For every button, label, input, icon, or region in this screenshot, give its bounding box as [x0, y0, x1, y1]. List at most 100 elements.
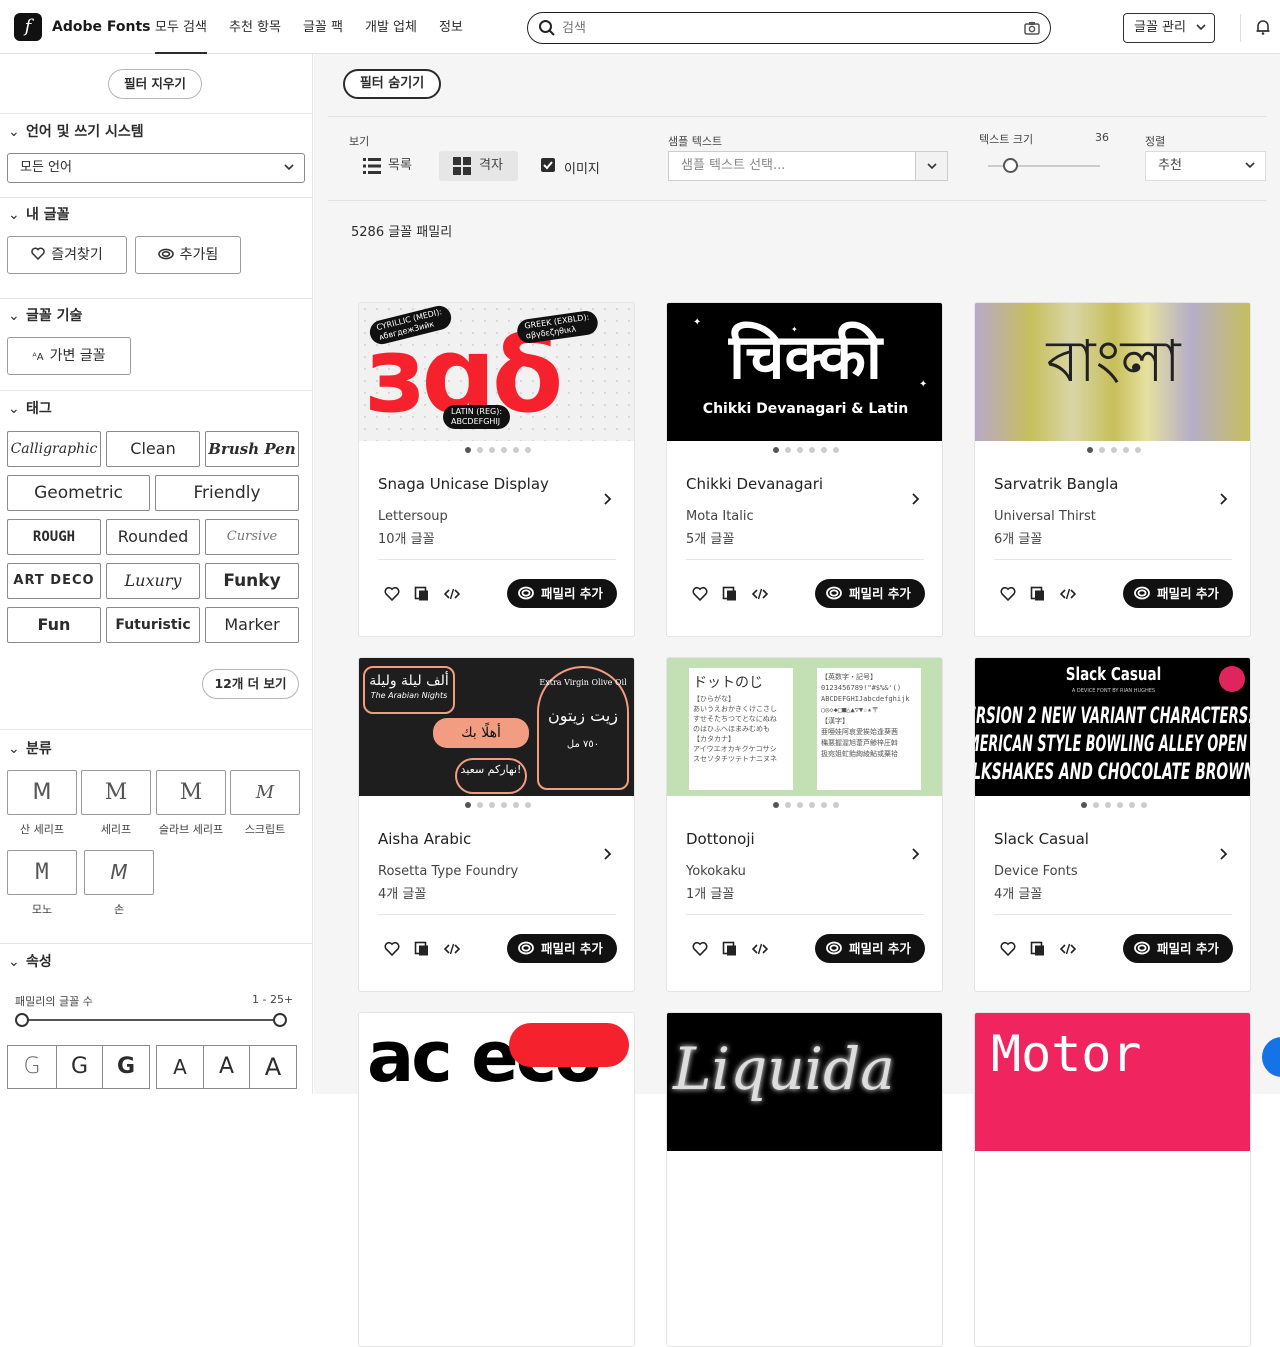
tag-cursive[interactable]: Cursive — [205, 519, 299, 555]
add-family-button[interactable]: 패밀리 추가 — [507, 579, 617, 608]
properties-section-header[interactable]: ⌄ 속성 — [8, 951, 52, 971]
font-card-card-9[interactable]: Motor — [974, 1012, 1251, 1347]
images-checkbox[interactable] — [541, 158, 555, 172]
carousel-dot[interactable] — [500, 802, 507, 808]
carousel-dot[interactable] — [796, 802, 803, 808]
compare-icon[interactable] — [722, 941, 738, 957]
font-card-dottonoji[interactable]: ドットのじ 【ひらがな】 あいうえおかきくけこさし すせそたちつてとなにぬね のはひふ… — [666, 657, 943, 992]
classification-section-header[interactable]: ⌄ 분류 — [8, 738, 52, 758]
weight-thin[interactable]: G — [7, 1045, 57, 1089]
carousel-dot[interactable] — [1080, 802, 1087, 808]
carousel-dot[interactable] — [488, 802, 495, 808]
chevron-right-icon[interactable] — [1218, 848, 1230, 860]
family-size-max-handle[interactable] — [273, 1013, 287, 1027]
width-normal[interactable]: A — [203, 1045, 250, 1089]
tags-section-header[interactable]: ⌄ 태그 — [8, 398, 52, 418]
foundry-name[interactable]: Rosetta Type Foundry — [378, 864, 518, 879]
font-sample-image[interactable]: Slack Casual A DEVICE FONT BY RIAN HUGHE… — [975, 658, 1250, 796]
font-sample-image[interactable]: Liquida — [667, 1013, 942, 1151]
carousel-dot[interactable] — [500, 447, 507, 453]
class-script[interactable]: M — [230, 770, 300, 815]
chevron-right-icon[interactable] — [1218, 493, 1230, 505]
compare-icon[interactable] — [1030, 941, 1046, 957]
tag-futuristic[interactable]: Futuristic — [106, 607, 200, 643]
class-hand[interactable]: M — [84, 850, 154, 895]
font-family-name[interactable]: Snaga Unicase Display — [378, 475, 549, 493]
weight-regular[interactable]: G — [56, 1045, 103, 1089]
foundry-name[interactable]: Lettersoup — [378, 509, 448, 524]
font-family-name[interactable]: Dottonoji — [686, 830, 755, 848]
code-icon[interactable] — [752, 941, 768, 957]
carousel-dot[interactable] — [524, 802, 531, 808]
show-more-tags-button[interactable]: 12개 더 보기 — [202, 669, 299, 699]
carousel-dot[interactable] — [784, 447, 791, 453]
nav-foundries[interactable]: 개발 업체 — [365, 0, 417, 54]
nav-about[interactable]: 정보 — [439, 0, 463, 54]
add-family-button[interactable]: 패밀리 추가 — [507, 934, 617, 963]
foundry-name[interactable]: Mota Italic — [686, 509, 754, 524]
font-family-name[interactable]: Aisha Arabic — [378, 830, 471, 848]
carousel-dot[interactable] — [832, 802, 839, 808]
tag-brush-pen[interactable]: Brush Pen — [205, 431, 299, 467]
carousel-dot[interactable] — [1122, 447, 1129, 453]
hide-filters-button[interactable]: 필터 숨기기 — [343, 69, 441, 99]
carousel-dot[interactable] — [1092, 802, 1099, 808]
code-icon[interactable] — [1060, 586, 1076, 602]
font-sample-image[interactable]: বাংলা — [975, 303, 1250, 441]
carousel-dot[interactable] — [820, 802, 827, 808]
carousel-dot[interactable] — [1116, 802, 1123, 808]
carousel-dot[interactable] — [464, 447, 471, 453]
add-family-button[interactable]: 패밀리 추가 — [815, 579, 925, 608]
add-family-button[interactable]: 패밀리 추가 — [1123, 934, 1233, 963]
tag-calligraphic[interactable]: Calligraphic — [7, 431, 101, 467]
chevron-right-icon[interactable] — [602, 493, 614, 505]
font-family-name[interactable]: Sarvatrik Bangla — [994, 475, 1119, 493]
font-sample-image[interactable]: ألف ليلة وليلة The Arabian Nights Extra V… — [359, 658, 634, 796]
code-icon[interactable] — [752, 586, 768, 602]
clear-filters-button[interactable]: 필터 지우기 — [108, 69, 202, 99]
carousel-dot[interactable] — [820, 447, 827, 453]
camera-icon[interactable] — [1024, 20, 1040, 36]
heart-icon[interactable] — [384, 586, 400, 602]
tag-rounded[interactable]: Rounded — [106, 519, 200, 555]
carousel-dot[interactable] — [476, 447, 483, 453]
foundry-name[interactable]: Device Fonts — [994, 864, 1078, 879]
carousel-dot[interactable] — [832, 447, 839, 453]
carousel-dot[interactable] — [1104, 802, 1111, 808]
compare-icon[interactable] — [722, 586, 738, 602]
font-sample-image[interactable]: चिक्की Chikki Devanagari & Latin ✦ ✦ ✦ — [667, 303, 942, 441]
font-family-name[interactable]: Chikki Devanagari — [686, 475, 823, 493]
search-input[interactable] — [562, 18, 1002, 38]
tag-geometric[interactable]: Geometric — [7, 475, 150, 511]
chevron-right-icon[interactable] — [910, 848, 922, 860]
tag-fun[interactable]: Fun — [7, 607, 101, 643]
tag-luxury[interactable]: Luxury — [106, 563, 200, 599]
compare-icon[interactable] — [414, 941, 430, 957]
foundry-name[interactable]: Yokokaku — [686, 864, 746, 879]
chevron-right-icon[interactable] — [602, 848, 614, 860]
heart-icon[interactable] — [1000, 941, 1016, 957]
tag-rough[interactable]: ROUGH — [7, 519, 101, 555]
font-sample-image[interactable]: Motor — [975, 1013, 1250, 1151]
carousel-dot[interactable] — [796, 447, 803, 453]
manage-fonts-button[interactable]: 글꼴 관리 — [1123, 13, 1215, 43]
code-icon[interactable] — [444, 941, 460, 957]
font-card-chikki-devanagari[interactable]: चिक्की Chikki Devanagari & Latin ✦ ✦ ✦ C… — [666, 302, 943, 637]
carousel-dot[interactable] — [1128, 802, 1135, 808]
my-fonts-section-header[interactable]: ⌄ 내 글꼴 — [8, 204, 70, 224]
carousel-dot[interactable] — [1134, 447, 1141, 453]
font-card-slack-casual[interactable]: Slack Casual A DEVICE FONT BY RIAN HUGHE… — [974, 657, 1251, 992]
view-list-button[interactable]: 목록 — [354, 151, 424, 181]
nav-recommended[interactable]: 추천 항목 — [229, 0, 281, 54]
add-family-button[interactable]: 패밀리 추가 — [1123, 579, 1233, 608]
favorites-button[interactable]: 즐겨찾기 — [7, 236, 127, 274]
tag-funky[interactable]: Funky — [205, 563, 299, 599]
nav-browse-all[interactable]: 모두 검색 — [155, 0, 207, 54]
class-serif[interactable]: M — [81, 770, 151, 815]
font-sample-image[interactable]: ドットのじ 【ひらがな】 あいうえおかきくけこさし すせそたちつてとなにぬね のはひふ… — [667, 658, 942, 796]
carousel-dot[interactable] — [784, 802, 791, 808]
heart-icon[interactable] — [692, 941, 708, 957]
variable-fonts-button[interactable]: ᴬA 가변 글꼴 — [7, 337, 131, 375]
carousel-dot[interactable] — [488, 447, 495, 453]
class-slab-serif[interactable]: M — [156, 770, 226, 815]
